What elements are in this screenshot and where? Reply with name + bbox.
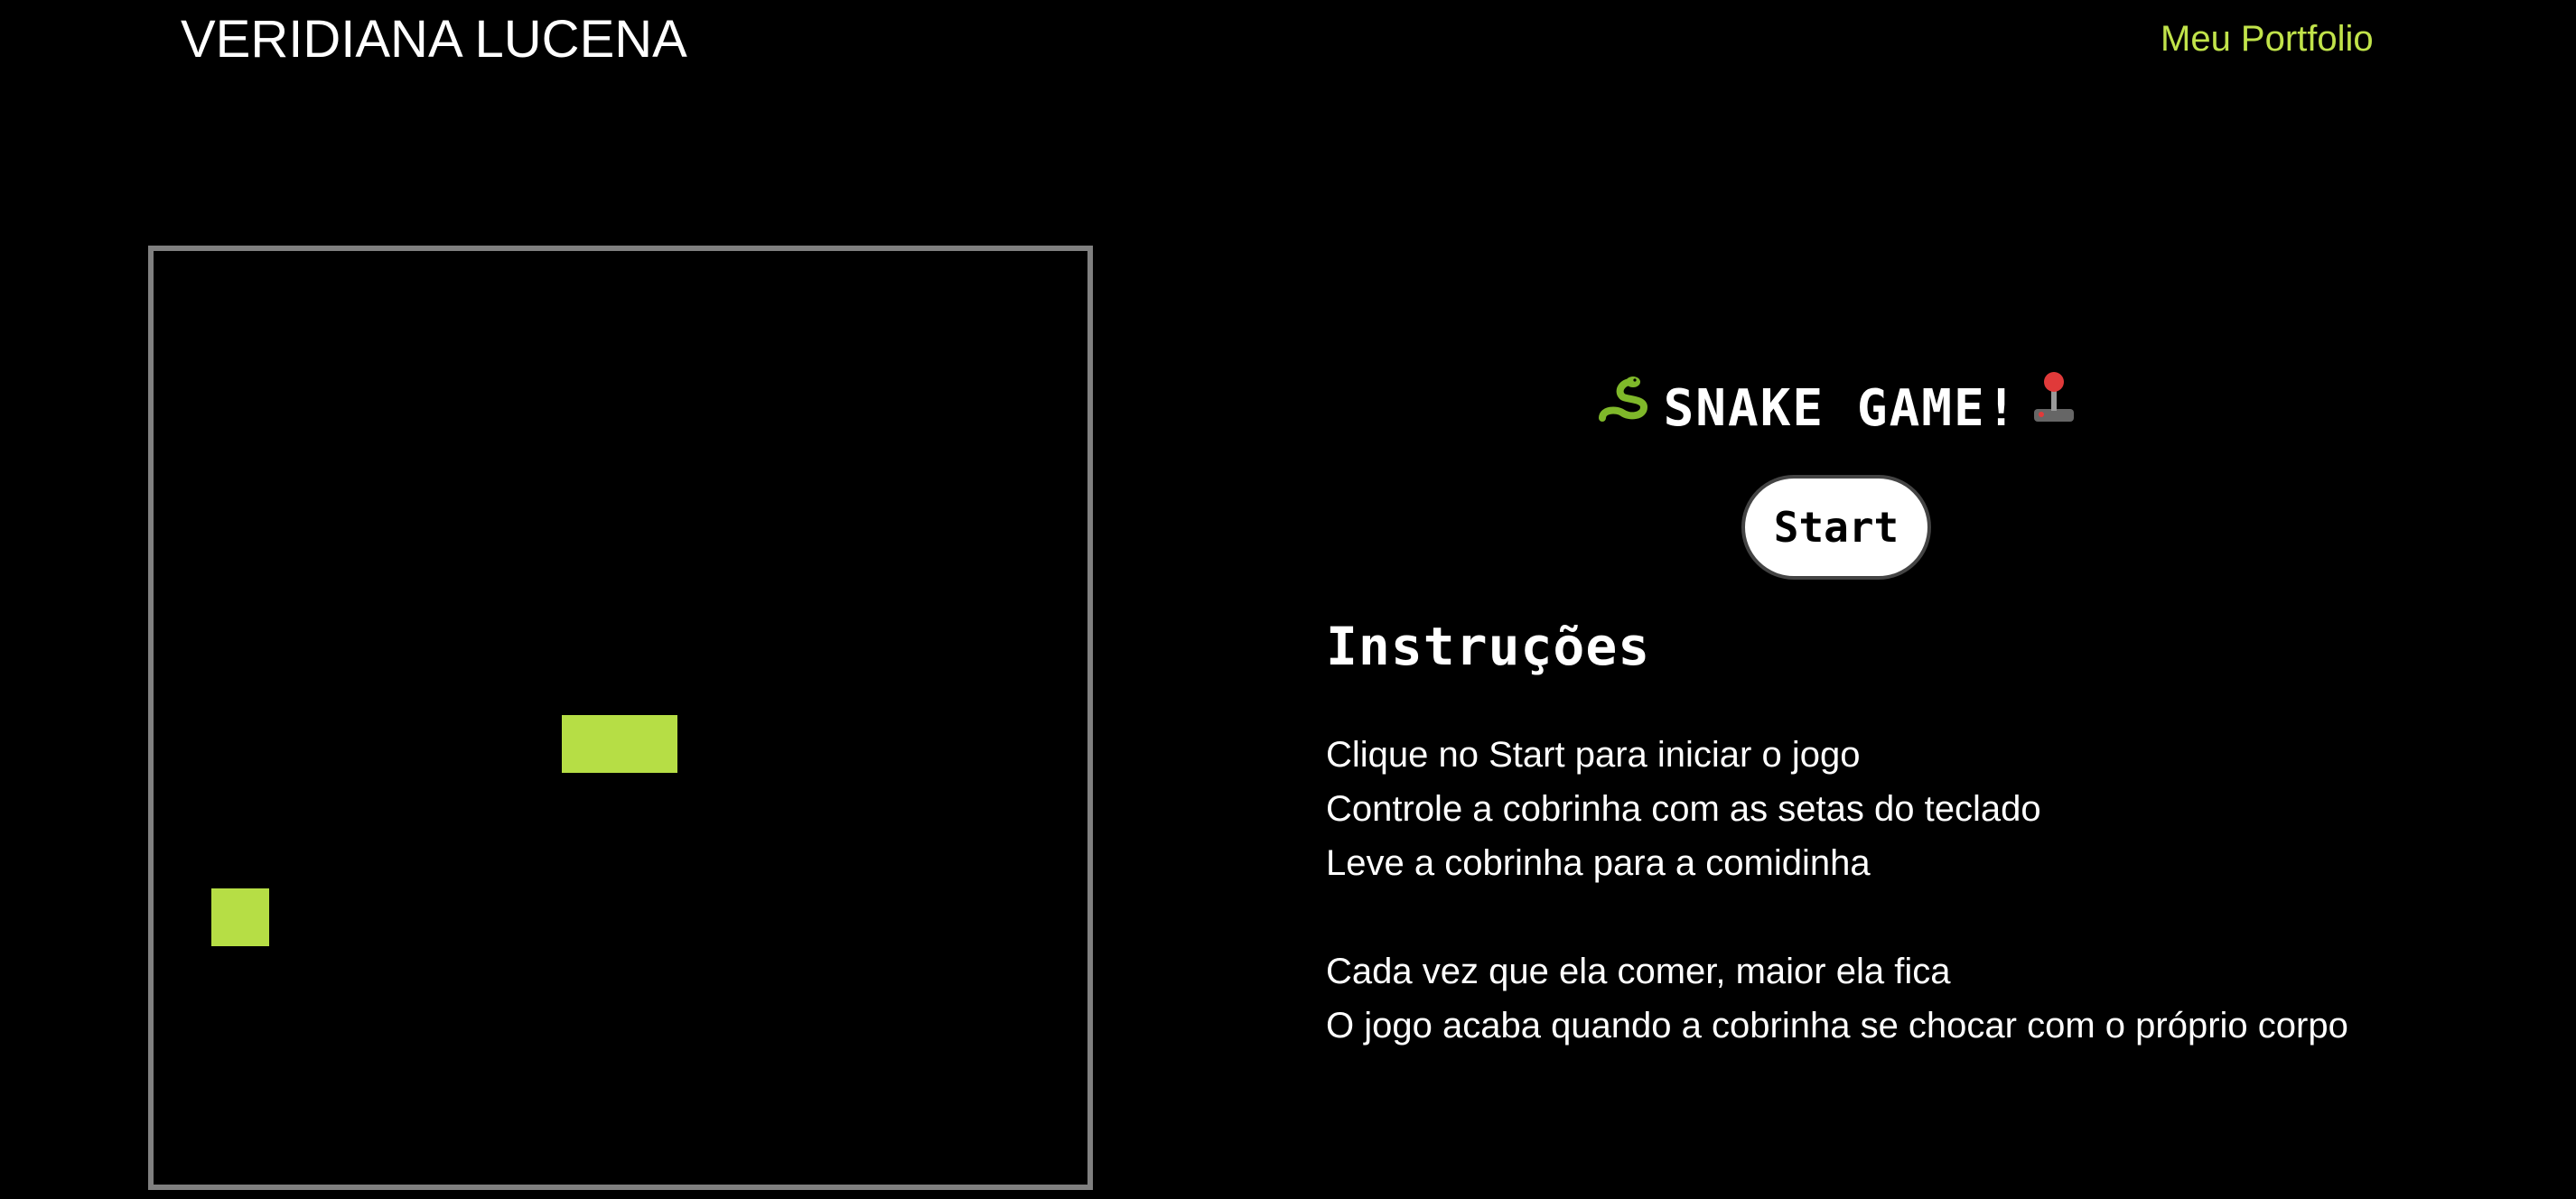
start-button[interactable]: Start xyxy=(1741,475,1931,580)
game-title-text: SNAKE GAME! xyxy=(1663,379,2019,438)
instruction-line: Cada vez que ela comer, maior ela fica xyxy=(1326,952,1951,991)
instruction-line: Controle a cobrinha com as setas do tecl… xyxy=(1326,789,2041,829)
site-name: VERIDIANA LUCENA xyxy=(181,10,687,69)
game-title: SNAKE GAME! xyxy=(1265,368,2408,450)
instruction-line: O jogo acaba quando a cobrinha se chocar… xyxy=(1326,1006,2348,1046)
instruction-line: Clique no Start para iniciar o jogo xyxy=(1326,735,1861,775)
portfolio-link[interactable]: Meu Portfolio xyxy=(2161,16,2374,61)
instructions-heading: Instruções xyxy=(1326,616,1651,677)
snake-icon xyxy=(1595,368,1651,450)
instructions-list: Clique no Start para iniciar o jogo Cont… xyxy=(1326,728,2500,1053)
joystick-icon xyxy=(2030,368,2077,450)
instruction-line: Leve a cobrinha para a comidinha xyxy=(1326,843,1871,883)
game-board[interactable] xyxy=(148,246,1093,1190)
instruction-spacer xyxy=(1326,890,2500,944)
snake-food xyxy=(211,888,269,946)
snake-body xyxy=(562,715,677,773)
page: VERIDIANA LUCENA Meu Portfolio SNAKE GAM… xyxy=(0,0,2576,1199)
header: VERIDIANA LUCENA Meu Portfolio xyxy=(0,0,2576,90)
